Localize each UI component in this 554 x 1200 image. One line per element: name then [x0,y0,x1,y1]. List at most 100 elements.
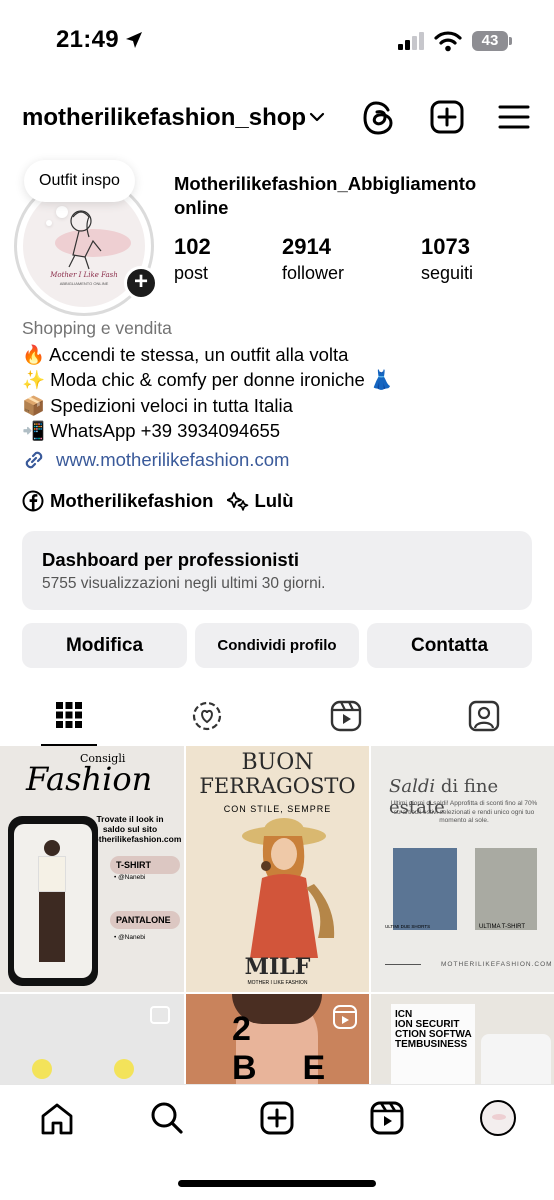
website-link-text: www.motherilikefashion.com [56,449,290,470]
bio-line: ✨ Moda chic & comfy per donne ironiche 👗 [22,369,394,390]
divider [385,964,421,965]
linked-profile-link[interactable]: Lulù [254,490,293,512]
illustration-woman [242,818,335,958]
location-arrow-icon [126,32,142,48]
reel-indicator-icon [333,1005,357,1029]
grid-icon[interactable] [56,702,82,728]
reels-icon[interactable] [370,1101,404,1135]
status-time: 21:49 [56,26,119,53]
sparkle-link-icon [227,492,249,511]
home-icon[interactable] [40,1103,74,1135]
create-icon[interactable] [260,1101,294,1135]
reels-tab-icon[interactable] [330,700,362,732]
bio-line: 🔥 Accendi te stessa, un outfit alla volt… [22,343,349,365]
phone-screen [14,824,92,978]
post-text-block: ICN ION SECURIT CTION SOFTWA TEMBUSINESS [395,1010,472,1050]
note-bubble-dot [56,206,68,218]
post-tile[interactable]: 2 BE [186,994,369,1086]
reposts-icon[interactable] [191,700,223,732]
post-text: ULTIMA T-SHIRT [479,924,526,930]
post-text: Saldi [389,776,436,797]
carousel-icon [150,1006,170,1024]
figure-shirt [38,856,66,892]
share-profile-button[interactable]: Condividi profilo [195,623,359,668]
post-text: Fashion [26,760,153,798]
note-bubble[interactable]: Outfit inspo [24,160,135,202]
post-text: • @Nanebi [114,934,146,941]
facebook-icon [22,490,44,512]
bio-line: 📦 Spedizioni veloci in tutta Italia [22,394,293,416]
website-link[interactable]: www.motherilikefashion.com [22,448,289,472]
profile-header: motherilikefashion_shop [0,96,554,142]
profile-tabs [0,690,554,746]
stat-posts[interactable]: 102 post [174,234,211,284]
tshirt-photo [475,848,537,930]
stat-following-label: seguiti [421,263,474,283]
stat-following[interactable]: 1073 seguiti [421,234,473,284]
linked-accounts: Motherilikefashion Lulù [22,490,294,512]
shirt-photo [481,1034,551,1086]
contact-button[interactable]: Contatta [367,623,532,668]
stat-followers-value: 2914 [282,234,331,259]
tagged-icon[interactable] [468,700,500,732]
avatar-logo-mini [492,1114,506,1120]
post-text: BUON [241,750,314,775]
post-text: ULTIMI DUE SHORTS [385,924,431,929]
profile-category: Shopping e vendita [22,318,172,338]
dashboard-title: Dashboard per professionisti [42,549,299,570]
post-tile[interactable]: BUON FERRAGOSTO CON STILE, SEMPRE MILF M… [186,746,369,992]
dashboard-subtitle: 5755 visualizzazioni negli ultimi 30 gio… [42,575,326,592]
post-text: Ultimi giorni di saldi! Approfitta di sc… [390,800,538,824]
create-post-icon[interactable] [430,100,464,134]
home-indicator [178,1180,376,1187]
cellular-signal-icon [398,32,424,50]
status-bar: 21:49 43 [0,0,554,80]
post-text: MILF [244,954,311,980]
posts-grid: Consigli Fashion Trovate il look in sald… [0,746,554,1086]
post-text: FERRAGOSTO [199,774,356,798]
link-icon [25,451,43,469]
figure-pants [39,892,65,962]
post-text: PANTALONE [110,911,180,929]
phone-frame [8,816,98,986]
post-tile[interactable]: ICN ION SECURIT CTION SOFTWA TEMBUSINESS [371,994,554,1086]
post-text: • @Nanebi [114,874,146,881]
post-tile[interactable] [0,994,184,1086]
figure-head [44,840,60,856]
search-icon[interactable] [150,1101,184,1135]
stat-posts-label: post [174,263,209,283]
wifi-icon [434,31,462,52]
shorts-photo [393,848,457,930]
stat-followers-label: follower [282,263,345,283]
username[interactable]: motherilikefashion_shop [22,104,306,132]
bio-line: 📲 WhatsApp +39 3934094655 [22,420,281,441]
post-text: MOTHER I LIKE FASHION [247,980,308,986]
profile-avatar-tab[interactable] [480,1100,516,1136]
display-name: Motherilikefashion_Abbigliamento online [174,173,477,218]
bio: Shopping e vendita 🔥 Accendi te stessa, … [22,316,532,444]
post-tile[interactable]: Saldi di fine estate Ultimi giorni di sa… [371,746,554,992]
battery-tip [509,37,512,45]
stat-following-value: 1073 [421,234,470,259]
post-text: MOTHERILIKEFASHION.COM [441,961,553,968]
menu-icon[interactable] [498,104,530,130]
battery-indicator: 43 [472,31,508,51]
decoration [114,1059,134,1079]
note-bubble-dot [46,220,52,226]
chevron-down-icon[interactable] [308,110,326,124]
avatar-logo-subtext: ABBIGLIAMENTO ONLINE [60,281,109,286]
post-text: CON STILE, SEMPRE [223,804,332,814]
add-story-button[interactable]: + [124,266,158,300]
decoration [32,1059,52,1079]
post-text: TEMBUSINESS [395,1039,468,1050]
post-tile[interactable]: Consigli Fashion Trovate il look in sald… [0,746,184,992]
facebook-link[interactable]: Motherilikefashion [50,490,213,512]
stat-followers[interactable]: 2914 follower [282,234,344,284]
post-text: T-SHIRT [110,856,180,874]
threads-icon[interactable] [362,100,396,136]
avatar-logo-text: Mother I Like Fash [49,271,118,279]
professional-dashboard[interactable]: Dashboard per professionisti 5755 visual… [22,531,532,610]
stat-posts-value: 102 [174,234,211,259]
edit-profile-button[interactable]: Modifica [22,623,187,668]
post-text: Trovate il look in saldo sul sito mother… [86,814,182,844]
